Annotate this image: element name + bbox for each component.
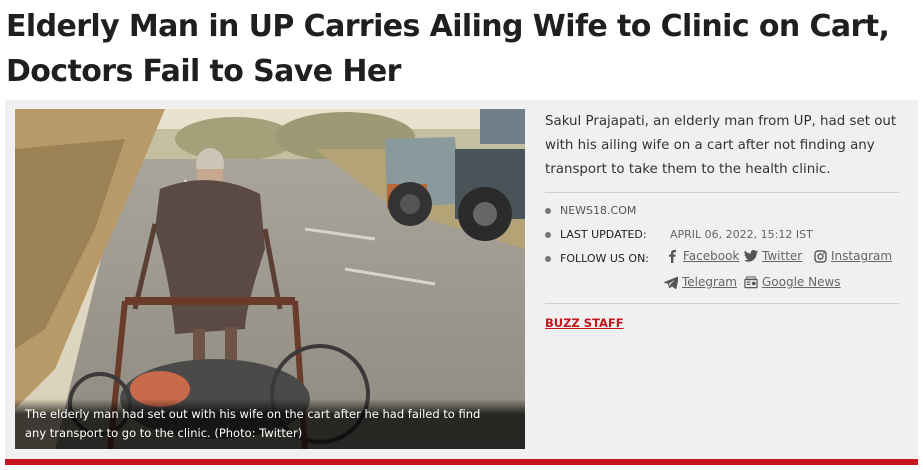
- follow-us-label: FOLLOW US ON:: [560, 252, 650, 265]
- divider: [545, 192, 899, 193]
- instagram-label: Instagram: [831, 249, 893, 263]
- section-divider-bar: [5, 459, 918, 465]
- facebook-label: Facebook: [683, 249, 740, 263]
- instagram-icon: [813, 249, 827, 263]
- telegram-icon: [664, 275, 678, 289]
- last-updated-label: LAST UPDATED:: [560, 228, 647, 241]
- meta-follow-row: FOLLOW US ON: Facebook Twitter Instagram: [545, 247, 899, 299]
- source-label: NEWS18.COM: [560, 204, 637, 217]
- bullet-icon: [545, 256, 551, 262]
- author-link[interactable]: BUZZ STAFF: [545, 316, 624, 330]
- telegram-link[interactable]: Telegram: [664, 275, 737, 289]
- article-headline: Elderly Man in UP Carries Ailing Wife to…: [6, 9, 890, 89]
- google-news-link[interactable]: Google News: [744, 275, 841, 289]
- hero-photo-illustration: [15, 109, 525, 449]
- twitter-icon: [744, 249, 758, 263]
- telegram-label: Telegram: [682, 275, 737, 289]
- instagram-link[interactable]: Instagram: [813, 249, 892, 263]
- google-news-label: Google News: [762, 275, 841, 289]
- meta-updated-row: LAST UPDATED: APRIL 06, 2022, 15:12 IST: [545, 223, 899, 247]
- twitter-label: Twitter: [762, 249, 803, 263]
- google-news-icon: [744, 275, 758, 289]
- divider: [545, 303, 899, 304]
- article-summary: Sakul Prajapati, an elderly man from UP,…: [545, 114, 897, 177]
- image-caption: The elderly man had set out with his wif…: [15, 399, 525, 449]
- bullet-icon: [545, 208, 551, 214]
- facebook-link[interactable]: Facebook: [665, 249, 739, 263]
- meta-source-row: NEWS18.COM: [545, 199, 899, 223]
- bullet-icon: [545, 232, 551, 238]
- facebook-icon: [665, 249, 679, 263]
- twitter-link[interactable]: Twitter: [744, 249, 802, 263]
- article-hero-panel: The elderly man had set out with his wif…: [5, 100, 918, 460]
- article-side-info: Sakul Prajapati, an elderly man from UP,…: [545, 110, 899, 331]
- last-updated-value: APRIL 06, 2022, 15:12 IST: [670, 228, 813, 241]
- hero-photo[interactable]: The elderly man had set out with his wif…: [15, 109, 525, 449]
